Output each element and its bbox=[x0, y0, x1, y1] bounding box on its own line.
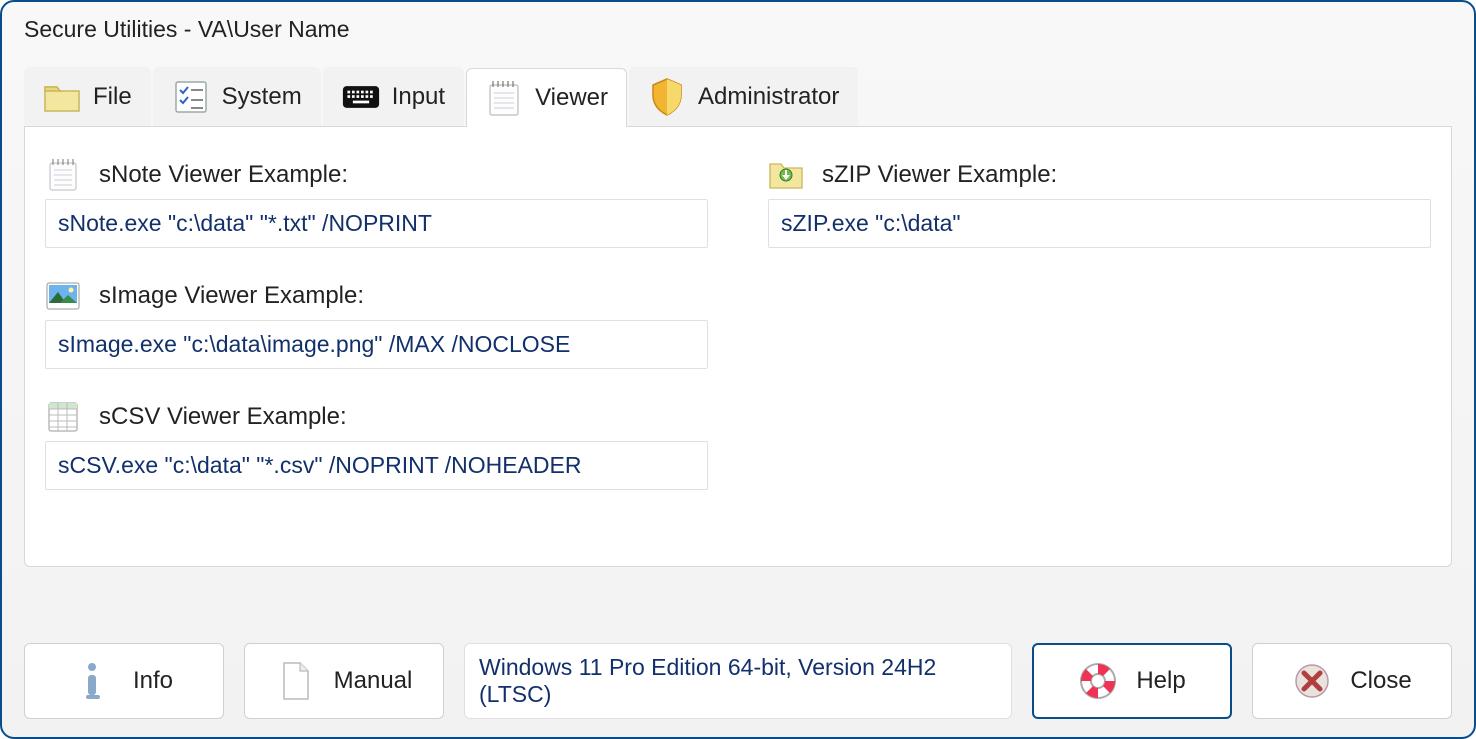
info-button-label: Info bbox=[133, 667, 173, 695]
footer-bar: Info Manual Windows 11 Pro Edition 64-bi… bbox=[24, 643, 1452, 719]
folder-icon bbox=[43, 78, 81, 116]
help-button[interactable]: Help bbox=[1032, 643, 1232, 719]
tab-system[interactable]: System bbox=[153, 67, 321, 126]
tab-viewer-label: Viewer bbox=[535, 84, 608, 112]
lifebuoy-icon bbox=[1078, 661, 1118, 701]
tab-administrator[interactable]: Administrator bbox=[629, 67, 858, 126]
shield-icon bbox=[648, 78, 686, 116]
viewer-right-column: sZIP Viewer Example: sZIP.exe "c:\data" bbox=[768, 151, 1431, 536]
simage-header: sImage Viewer Example: bbox=[45, 278, 708, 314]
tab-viewer[interactable]: Viewer bbox=[466, 68, 627, 127]
image-icon bbox=[45, 278, 81, 314]
szip-header: sZIP Viewer Example: bbox=[768, 157, 1431, 193]
simage-label: sImage Viewer Example: bbox=[99, 282, 364, 310]
tab-strip: File System bbox=[24, 67, 1452, 127]
help-button-label: Help bbox=[1136, 667, 1185, 695]
keyboard-icon bbox=[342, 78, 380, 116]
scsv-label: sCSV Viewer Example: bbox=[99, 403, 347, 431]
window-title: Secure Utilities - VA\User Name bbox=[2, 2, 1474, 53]
manual-button[interactable]: Manual bbox=[244, 643, 444, 719]
close-button-label: Close bbox=[1350, 667, 1411, 695]
manual-button-label: Manual bbox=[334, 667, 413, 695]
checklist-icon bbox=[172, 78, 210, 116]
viewer-left-column: sNote Viewer Example: sNote.exe "c:\data… bbox=[45, 151, 708, 536]
szip-command[interactable]: sZIP.exe "c:\data" bbox=[768, 199, 1431, 248]
info-button[interactable]: Info bbox=[24, 643, 224, 719]
notepad-icon bbox=[485, 79, 523, 117]
viewer-pane: sNote Viewer Example: sNote.exe "c:\data… bbox=[24, 127, 1452, 567]
snote-label: sNote Viewer Example: bbox=[99, 161, 348, 189]
tab-system-label: System bbox=[222, 83, 302, 111]
tab-file-label: File bbox=[93, 83, 132, 111]
close-icon bbox=[1292, 661, 1332, 701]
tab-file[interactable]: File bbox=[24, 67, 151, 126]
szip-label: sZIP Viewer Example: bbox=[822, 161, 1057, 189]
snote-header: sNote Viewer Example: bbox=[45, 157, 708, 193]
status-text: Windows 11 Pro Edition 64-bit, Version 2… bbox=[464, 643, 1012, 719]
scsv-command[interactable]: sCSV.exe "c:\data" "*.csv" /NOPRINT /NOH… bbox=[45, 441, 708, 490]
snote-command[interactable]: sNote.exe "c:\data" "*.txt" /NOPRINT bbox=[45, 199, 708, 248]
zip-folder-icon bbox=[768, 157, 804, 193]
close-button[interactable]: Close bbox=[1252, 643, 1452, 719]
tab-input-label: Input bbox=[392, 83, 445, 111]
app-window: Secure Utilities - VA\User Name File bbox=[0, 0, 1476, 739]
scsv-header: sCSV Viewer Example: bbox=[45, 399, 708, 435]
spreadsheet-icon bbox=[45, 399, 81, 435]
document-icon bbox=[276, 661, 316, 701]
tab-container: File System bbox=[24, 67, 1452, 567]
tab-input[interactable]: Input bbox=[323, 67, 464, 126]
simage-command[interactable]: sImage.exe "c:\data\image.png" /MAX /NOC… bbox=[45, 320, 708, 369]
tab-administrator-label: Administrator bbox=[698, 83, 839, 111]
info-icon bbox=[75, 661, 115, 701]
notepad-small-icon bbox=[45, 157, 81, 193]
